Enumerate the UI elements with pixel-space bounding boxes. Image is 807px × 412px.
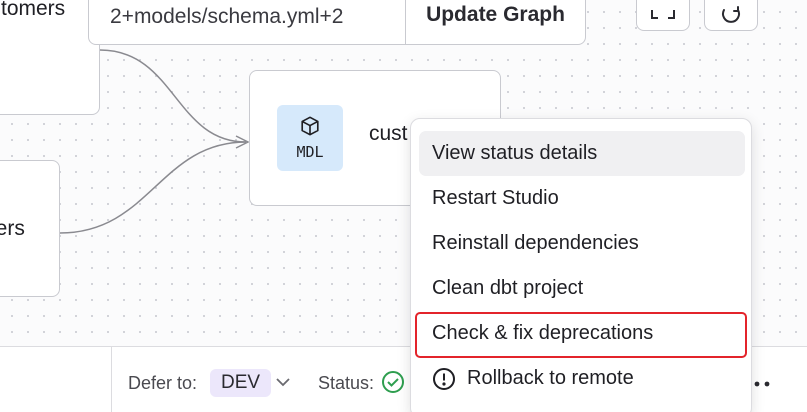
expand-button[interactable] — [636, 0, 690, 31]
edge-customers-to-main — [99, 49, 247, 143]
warning-icon — [432, 367, 456, 391]
model-badge: MDL — [277, 105, 343, 171]
node-orders[interactable]: lers — [0, 160, 60, 297]
menu-item-label: View status details — [432, 142, 598, 164]
update-graph-button[interactable]: Update Graph — [405, 0, 585, 44]
menu-item-label: Reinstall dependencies — [432, 232, 639, 254]
menu-item-check-fix-deprecations[interactable]: Check & fix deprecations — [415, 311, 747, 358]
env-selector[interactable]: DEV — [210, 369, 272, 397]
menu-item-reinstall-dependencies[interactable]: Reinstall dependencies — [419, 221, 745, 266]
edge-orders-to-main — [59, 141, 247, 234]
menu-item-label: Check & fix deprecations — [432, 322, 654, 344]
menu-item-label: Restart Studio — [432, 187, 559, 209]
node-main-label: cust — [369, 122, 408, 145]
menu-item-label: Rollback to remote — [467, 367, 634, 389]
model-badge-label: MDL — [296, 143, 324, 161]
refresh-button[interactable] — [704, 0, 758, 31]
defer-label: Defer to: — [128, 373, 198, 393]
node-customers[interactable]: tomers — [0, 0, 100, 115]
chevron-down-icon[interactable] — [275, 377, 291, 387]
bottom-divider — [111, 347, 112, 412]
menu-item-label: Clean dbt project — [432, 277, 584, 299]
refresh-icon — [722, 6, 740, 23]
cube-icon — [301, 116, 319, 136]
node-orders-label: lers — [0, 216, 25, 240]
menu-item-rollback[interactable]: Rollback to remote — [419, 356, 745, 401]
selector-bar: 2+models/schema.yml+2 Update Graph — [88, 0, 586, 45]
status-ok-icon[interactable] — [381, 370, 405, 394]
menu-item-clean-project[interactable]: Clean dbt project — [419, 266, 745, 311]
status-label: Status: — [318, 373, 375, 393]
menu-item-view-status[interactable]: View status details — [419, 131, 745, 176]
menu-item-restart-studio[interactable]: Restart Studio — [419, 176, 745, 221]
node-customers-label: tomers — [1, 0, 66, 20]
studio-options-menu: View status details Restart Studio Reins… — [410, 118, 752, 412]
expand-icon — [651, 10, 675, 19]
selector-input[interactable]: 2+models/schema.yml+2 — [89, 0, 405, 44]
